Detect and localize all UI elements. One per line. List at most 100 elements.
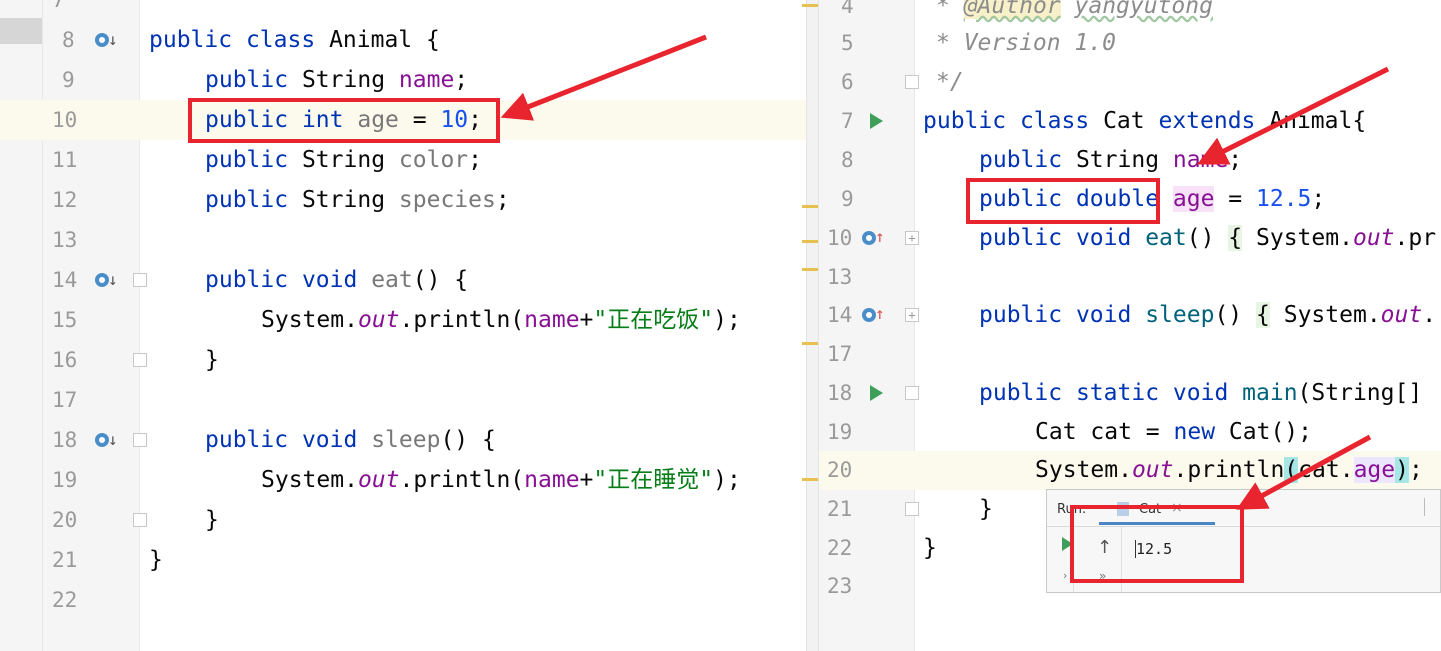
code-line[interactable]: 7 xyxy=(0,0,806,20)
line-number: 14 xyxy=(827,303,853,327)
pane-divider[interactable] xyxy=(806,0,819,651)
line-number: 17 xyxy=(52,388,78,412)
line-number: 6 xyxy=(841,70,854,94)
error-stripe-mark[interactable] xyxy=(802,205,818,208)
animal-editor-pane[interactable]: 7 8 ↓ public class Animal { 9 public Str… xyxy=(0,0,806,651)
line-number: 8 xyxy=(62,28,75,52)
line-number: 18 xyxy=(52,428,78,452)
code-line[interactable]: 12 public String species; xyxy=(0,180,806,220)
code-text: Cat cat = new Cat(); xyxy=(1035,419,1312,445)
arrow-down-icon[interactable]: ↓ xyxy=(108,272,118,288)
line-number: 4 xyxy=(841,0,854,18)
code-text: public String color; xyxy=(205,147,483,173)
line-number: 13 xyxy=(52,228,78,252)
code-line[interactable]: 18 public static void main(String[] xyxy=(819,374,1441,413)
code-text: public class Cat extends Animal{ xyxy=(923,108,1367,134)
error-stripe-mark[interactable] xyxy=(802,268,818,271)
fold-icon[interactable] xyxy=(905,502,919,516)
code-line[interactable]: 9 public String name; xyxy=(0,60,806,100)
line-number: 7 xyxy=(841,109,854,133)
line-number: 22 xyxy=(827,536,853,560)
code-line[interactable]: 6 */ xyxy=(819,63,1441,102)
code-line[interactable]: 13 xyxy=(0,220,806,260)
arrow-up-icon[interactable]: ↑ xyxy=(875,229,885,245)
line-number: 18 xyxy=(827,381,853,405)
line-number: 11 xyxy=(52,148,78,172)
error-stripe-mark[interactable] xyxy=(802,478,818,481)
toolbar-divider xyxy=(1424,498,1425,516)
implemented-by-icon[interactable] xyxy=(95,33,109,47)
chevron-right-icon[interactable]: › xyxy=(1063,569,1067,582)
code-line[interactable]: 7 public class Cat extends Animal{ xyxy=(819,102,1441,141)
arrow-up-icon[interactable]: ↑ xyxy=(875,306,885,322)
code-line[interactable]: 11 public String color; xyxy=(0,140,806,180)
code-text: System.out.println(cat.age); xyxy=(1035,457,1423,483)
code-text: System.out.println(name+"正在吃饭"); xyxy=(261,307,741,333)
fold-icon[interactable] xyxy=(133,433,147,447)
code-line[interactable]: 19 System.out.println(name+"正在睡觉"); xyxy=(0,460,806,500)
code-text: * @Author yangyutong xyxy=(936,0,1213,24)
code-text: public String species; xyxy=(205,187,510,213)
code-line[interactable]: 17 xyxy=(819,335,1441,374)
implemented-by-icon[interactable] xyxy=(95,273,109,287)
line-number: 13 xyxy=(827,265,853,289)
code-line[interactable]: 14 ↑ + public void sleep() { System.out. xyxy=(819,296,1441,335)
code-line[interactable]: 16 } xyxy=(0,340,806,380)
code-text: public void sleep() { xyxy=(205,427,496,453)
code-line[interactable]: 21 } xyxy=(0,540,806,580)
overrides-method-icon[interactable] xyxy=(862,231,876,245)
code-line[interactable]: 4 * @Author yangyutong xyxy=(819,0,1441,24)
arrow-down-icon[interactable]: ↓ xyxy=(108,32,118,48)
code-line[interactable]: 14 ↓ public void eat() { xyxy=(0,260,806,300)
expand-icon[interactable]: + xyxy=(905,231,919,245)
arrow-down-icon[interactable]: ↓ xyxy=(108,432,118,448)
overrides-method-icon[interactable] xyxy=(862,308,876,322)
line-number: 20 xyxy=(52,508,78,532)
run-icon[interactable] xyxy=(870,113,883,129)
line-number: 22 xyxy=(52,588,78,612)
fold-icon[interactable] xyxy=(905,386,919,400)
code-line[interactable]: 8 public String name; xyxy=(819,141,1441,180)
error-stripe-mark[interactable] xyxy=(802,240,818,243)
code-line[interactable]: 22 xyxy=(0,580,806,620)
line-number: 21 xyxy=(52,548,78,572)
code-text: public void eat() { System.out.pr xyxy=(979,225,1437,251)
code-text: } xyxy=(979,496,993,522)
implemented-by-icon[interactable] xyxy=(95,433,109,447)
line-number: 16 xyxy=(52,348,78,372)
code-line[interactable]: 19 Cat cat = new Cat(); xyxy=(819,413,1441,451)
error-stripe-mark[interactable] xyxy=(802,342,818,345)
line-number: 9 xyxy=(841,187,854,211)
error-stripe-mark[interactable] xyxy=(802,4,818,7)
line-number: 9 xyxy=(62,68,75,92)
code-text: public static void main(String[] xyxy=(979,380,1423,406)
code-line-current[interactable]: 20 System.out.println(cat.age); xyxy=(819,451,1441,490)
line-number: 10 xyxy=(827,226,853,250)
line-number: 15 xyxy=(52,308,78,332)
line-number: 8 xyxy=(841,148,854,172)
run-icon[interactable] xyxy=(870,385,883,401)
fold-icon[interactable] xyxy=(133,513,147,527)
code-text: System.out.println(name+"正在睡觉"); xyxy=(261,467,741,493)
code-text: } xyxy=(205,507,219,533)
code-text: * Version 1.0 xyxy=(936,30,1117,56)
code-line[interactable]: 20 } xyxy=(0,500,806,540)
line-number: 21 xyxy=(827,497,853,521)
code-line[interactable]: 13 xyxy=(819,258,1441,296)
expand-icon[interactable]: + xyxy=(905,308,919,322)
line-number: 19 xyxy=(827,420,853,444)
code-line[interactable]: 18 ↓ public void sleep() { xyxy=(0,420,806,460)
fold-icon[interactable] xyxy=(133,353,147,367)
code-line[interactable]: 5 * Version 1.0 xyxy=(819,24,1441,63)
code-line[interactable]: 15 System.out.println(name+"正在吃饭"); xyxy=(0,300,806,340)
code-line[interactable]: 8 ↓ public class Animal { xyxy=(0,20,806,60)
line-number: 7 xyxy=(52,0,65,12)
code-text: */ xyxy=(936,69,964,95)
line-number: 10 xyxy=(52,108,78,132)
code-text: } xyxy=(205,347,219,373)
line-number: 19 xyxy=(52,468,78,492)
fold-icon[interactable] xyxy=(905,75,919,89)
code-line[interactable]: 17 xyxy=(0,380,806,420)
code-line[interactable]: 10 ↑ + public void eat() { System.out.pr xyxy=(819,219,1441,258)
fold-icon[interactable] xyxy=(133,273,147,287)
